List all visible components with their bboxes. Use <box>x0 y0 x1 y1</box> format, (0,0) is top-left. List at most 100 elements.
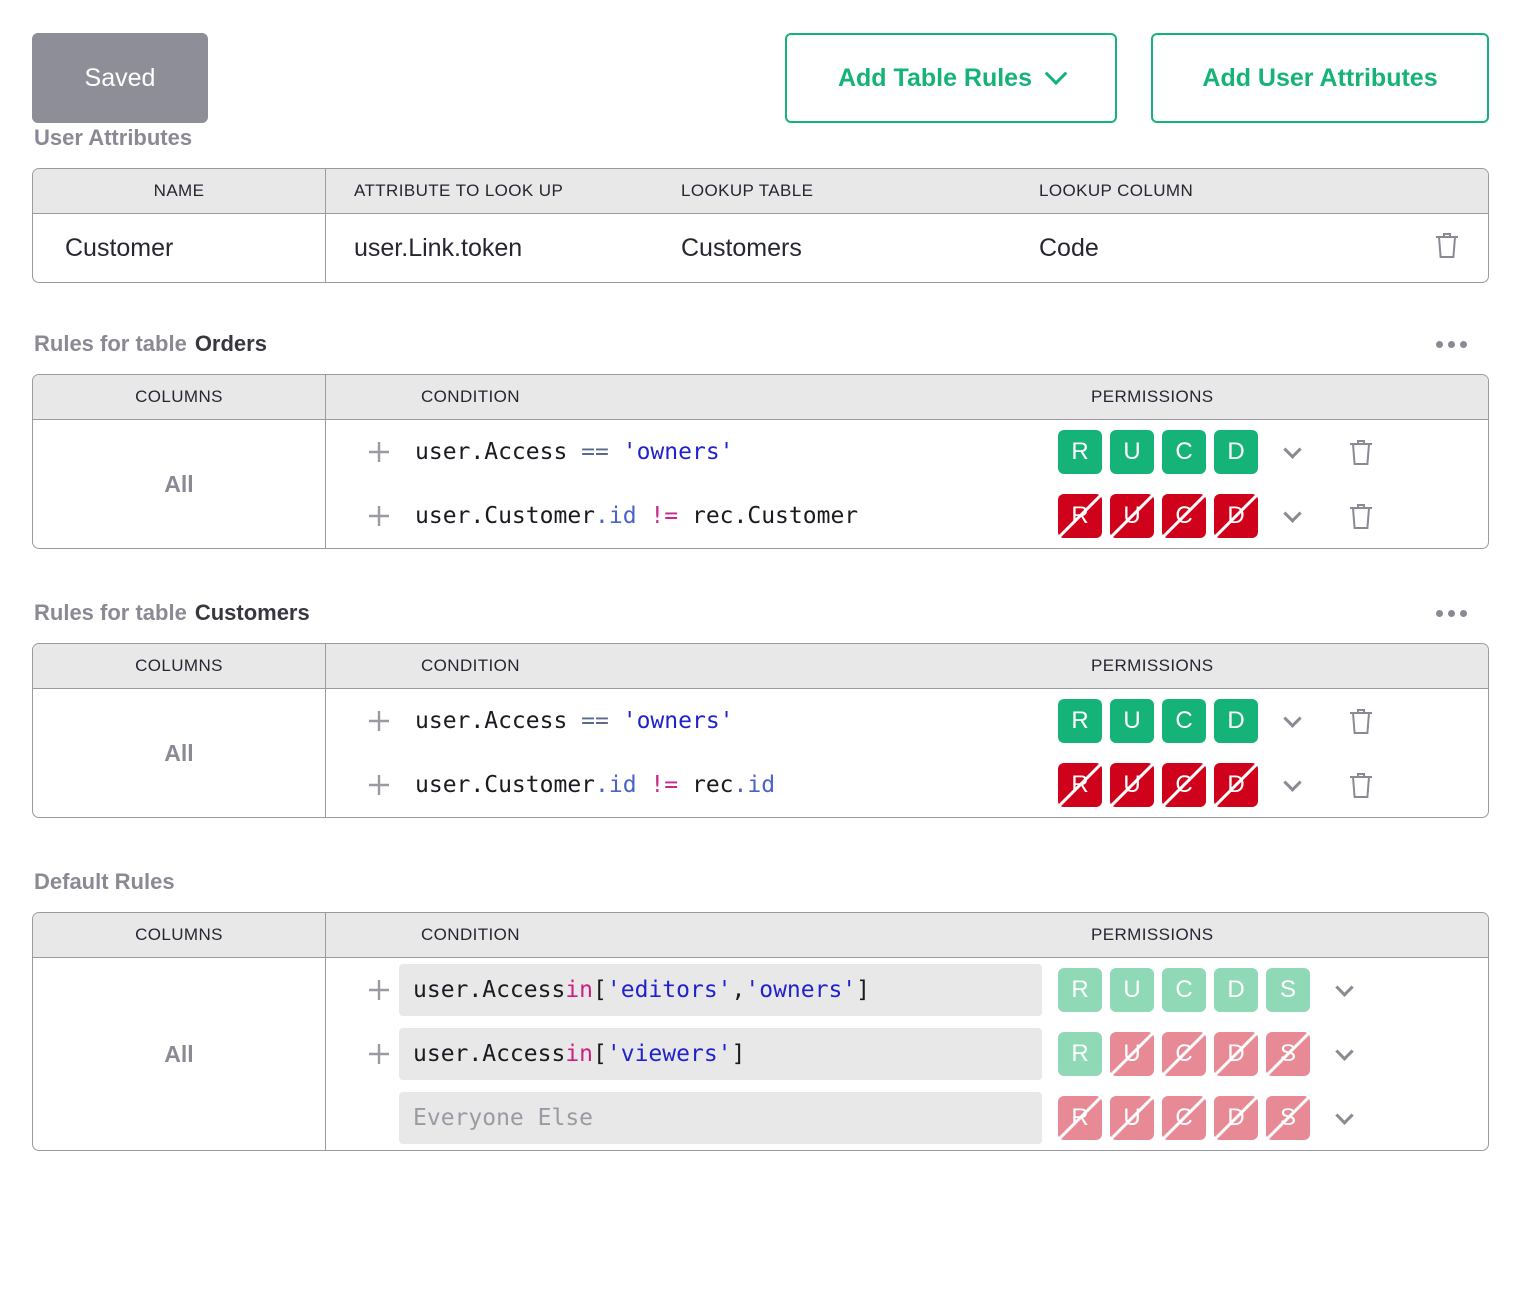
rules-list: user.Access == 'owners'RUCDuser.Customer… <box>326 420 1488 548</box>
columns-cell[interactable]: All <box>33 958 326 1150</box>
column-header-permissions: PERMISSIONS <box>1058 375 1488 420</box>
more-options-icon[interactable] <box>1436 341 1467 348</box>
chevron-down-icon <box>1045 62 1068 85</box>
permission-badge-d[interactable]: D <box>1214 1096 1258 1140</box>
permission-badges: RUCDS <box>1058 1032 1310 1076</box>
rules-list: user.Access == 'owners'RUCDuser.Customer… <box>326 689 1488 817</box>
permissions-chevron-down-icon[interactable] <box>1268 779 1316 792</box>
permission-badge-r[interactable]: R <box>1058 763 1102 807</box>
permission-badge-d[interactable]: D <box>1214 763 1258 807</box>
rules-section: Rules for table Orders COLUMNSCONDITIONPER… <box>32 331 1489 549</box>
permission-badge-u[interactable]: U <box>1110 494 1154 538</box>
delete-attribute-button[interactable] <box>1369 230 1488 267</box>
table-header-row: NAME ATTRIBUTE TO LOOK UP LOOKUP TABLE L… <box>33 169 1488 214</box>
rules-table-body: All user.Access in ['editors', 'owners'] R… <box>33 958 1488 1150</box>
add-condition-plus-icon[interactable] <box>359 1039 399 1069</box>
permission-badge-u[interactable]: U <box>1110 1096 1154 1140</box>
columns-cell[interactable]: All <box>33 689 326 817</box>
permission-badge-s[interactable]: S <box>1266 968 1310 1012</box>
permission-badge-d[interactable]: D <box>1214 494 1258 538</box>
permission-badge-c[interactable]: C <box>1162 1096 1206 1140</box>
column-header-permissions: PERMISSIONS <box>1058 913 1488 958</box>
condition-input[interactable]: user.Access in ['viewers'] <box>399 1028 1042 1080</box>
permission-badge-c[interactable]: C <box>1162 1032 1206 1076</box>
permission-badge-u[interactable]: U <box>1110 763 1154 807</box>
permission-badge-r[interactable]: R <box>1058 494 1102 538</box>
trash-icon <box>1434 230 1460 267</box>
rules-table: COLUMNSCONDITIONPERMISSIONSAlluser.Acces… <box>32 374 1489 549</box>
condition-input[interactable]: user.Customer.id != rec.id <box>399 772 1058 798</box>
permission-badge-c[interactable]: C <box>1162 763 1206 807</box>
permission-badge-r[interactable]: R <box>1058 699 1102 743</box>
permission-badge-u[interactable]: U <box>1110 430 1154 474</box>
permissions-cell: RUCD <box>1058 699 1488 743</box>
rules-section-title-prefix: Rules for table <box>34 331 187 357</box>
permission-badge-d[interactable]: D <box>1214 430 1258 474</box>
add-condition-plus-icon[interactable] <box>359 437 399 467</box>
permission-badge-c[interactable]: C <box>1162 699 1206 743</box>
permissions-chevron-down-icon[interactable] <box>1320 1048 1368 1061</box>
trash-icon <box>1348 501 1374 531</box>
permission-badge-r[interactable]: R <box>1058 968 1102 1012</box>
add-condition-plus-icon[interactable] <box>359 975 399 1005</box>
add-table-rules-button[interactable]: Add Table Rules <box>785 33 1117 123</box>
delete-rule-button[interactable] <box>1316 501 1406 531</box>
cell-name[interactable]: Customer <box>33 214 326 282</box>
rules-section: Rules for tableCustomersCOLUMNSCONDITION… <box>32 600 1489 818</box>
rules-section-title: Default Rules <box>34 869 1489 895</box>
add-condition-plus-icon[interactable] <box>359 770 399 800</box>
cell-lookup-table[interactable]: Customers <box>681 234 1039 263</box>
more-options-icon[interactable] <box>1436 610 1467 617</box>
condition-input[interactable]: user.Access in ['editors', 'owners'] <box>399 964 1042 1016</box>
table-header-row: COLUMNSCONDITIONPERMISSIONS <box>33 644 1488 689</box>
permission-badge-r[interactable]: R <box>1058 1096 1102 1140</box>
rules-section-table-name: Customers <box>195 600 310 626</box>
permission-badge-u[interactable]: U <box>1110 699 1154 743</box>
permission-badge-s[interactable]: S <box>1266 1032 1310 1076</box>
rule-row: user.Access in ['editors', 'owners'] RUCD… <box>326 958 1488 1022</box>
permission-badge-u[interactable]: U <box>1110 1032 1154 1076</box>
permissions-chevron-down-icon[interactable] <box>1268 715 1316 728</box>
column-header-condition: CONDITION <box>326 375 1058 420</box>
permissions-cell: RUCD <box>1058 494 1488 538</box>
delete-rule-button[interactable] <box>1316 437 1406 467</box>
delete-rule-button[interactable] <box>1316 770 1406 800</box>
condition-input[interactable]: user.Access == 'owners' <box>399 708 1058 734</box>
columns-cell[interactable]: All <box>33 420 326 548</box>
permission-badge-r[interactable]: R <box>1058 430 1102 474</box>
permissions-cell: RUCD <box>1058 430 1488 474</box>
permission-badge-c[interactable]: C <box>1162 430 1206 474</box>
rules-section-table-name: Orders <box>195 331 267 357</box>
permission-badge-s[interactable]: S <box>1266 1096 1310 1140</box>
add-condition-plus-icon[interactable] <box>359 706 399 736</box>
permission-badges: RUCD <box>1058 494 1258 538</box>
column-header-columns: COLUMNS <box>33 375 326 420</box>
permission-badge-d[interactable]: D <box>1214 1032 1258 1076</box>
add-condition-plus-icon[interactable] <box>359 501 399 531</box>
add-user-attributes-button[interactable]: Add User Attributes <box>1151 33 1489 123</box>
column-header-attribute: ATTRIBUTE TO LOOK UP <box>326 169 681 214</box>
cell-attribute[interactable]: user.Link.token <box>326 234 681 263</box>
access-rules-page: Saved Add Table Rules Add User Attribute… <box>0 0 1521 1310</box>
cell-lookup-column[interactable]: Code <box>1039 234 1369 263</box>
permission-badges: RUCD <box>1058 699 1258 743</box>
permission-badge-c[interactable]: C <box>1162 968 1206 1012</box>
permission-badge-u[interactable]: U <box>1110 968 1154 1012</box>
saved-button[interactable]: Saved <box>32 33 208 123</box>
column-header-condition: CONDITION <box>326 644 1058 689</box>
permissions-chevron-down-icon[interactable] <box>1320 984 1368 997</box>
permission-badge-d[interactable]: D <box>1214 699 1258 743</box>
permission-badge-d[interactable]: D <box>1214 968 1258 1012</box>
column-header-permissions: PERMISSIONS <box>1058 644 1488 689</box>
condition-input[interactable]: user.Access == 'owners' <box>399 439 1058 465</box>
delete-rule-button[interactable] <box>1316 706 1406 736</box>
permission-badge-r[interactable]: R <box>1058 1032 1102 1076</box>
permissions-chevron-down-icon[interactable] <box>1268 510 1316 523</box>
condition-input[interactable]: Everyone Else <box>399 1092 1042 1144</box>
permission-badge-c[interactable]: C <box>1162 494 1206 538</box>
permissions-chevron-down-icon[interactable] <box>1320 1112 1368 1125</box>
condition-input[interactable]: user.Customer.id != rec.Customer <box>399 503 1058 529</box>
user-attributes-title: User Attributes <box>34 125 1489 151</box>
rules-table-body: Alluser.Access == 'owners'RUCDuser.Custo… <box>33 689 1488 817</box>
permissions-chevron-down-icon[interactable] <box>1268 446 1316 459</box>
